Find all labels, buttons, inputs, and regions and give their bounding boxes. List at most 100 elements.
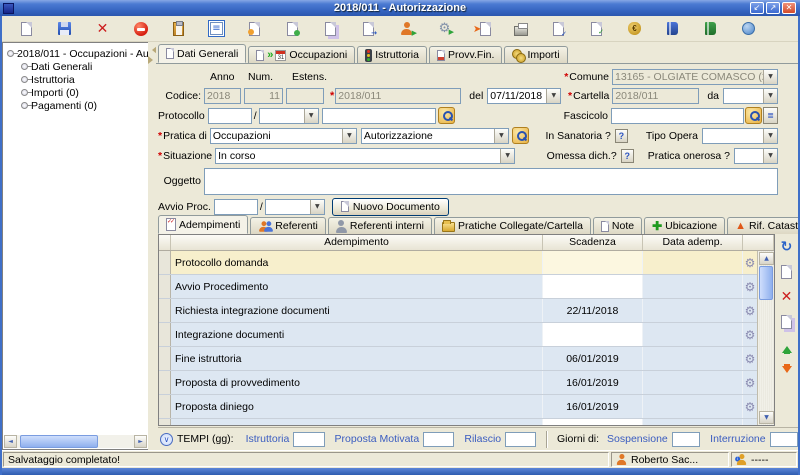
refresh-icon[interactable]: ↻ [778,238,795,255]
oggetto-field[interactable] [204,168,778,195]
scroll-up-icon[interactable]: ▲ [759,252,774,265]
split-pane-divider[interactable] [148,42,156,450]
tree-expand-handle[interactable] [7,50,14,57]
tab-importi[interactable]: Importi [504,46,567,63]
chevron-down-icon[interactable]: ▼ [763,149,777,163]
fascicolo-field[interactable] [611,108,744,124]
tab-ubicazione[interactable]: ✚ Ubicazione [644,217,725,234]
tab-istruttoria[interactable]: Istruttoria [357,46,427,63]
tree-expand-handle[interactable] [21,76,28,83]
tab-provv-fin[interactable]: Provv.Fin. [429,46,502,63]
codice-num-field[interactable]: 11 [244,88,283,104]
chevron-down-icon[interactable]: ▼ [763,70,777,84]
search-icon[interactable] [438,107,455,124]
gear-icon[interactable]: ⚙ [743,395,757,418]
search-icon[interactable] [512,127,529,144]
interruzione-field[interactable] [770,432,798,447]
tree-expand-handle[interactable] [21,102,28,109]
header-data-ademp[interactable]: Data ademp. [643,235,743,250]
avvio-anno-select[interactable]: ▼ [265,199,325,215]
help-icon[interactable]: ? [615,129,628,143]
codice-anno-field[interactable]: 2018 [204,88,241,104]
tree-view-icon[interactable]: ≡ [208,20,225,37]
tab-dati-generali[interactable]: Dati Generali [158,44,246,63]
move-up-icon[interactable] [778,338,795,355]
tree-node-dati-generali[interactable]: Dati Generali [21,60,148,73]
task-complete-icon[interactable]: ✓ [588,20,605,37]
tree-horizontal-scrollbar[interactable]: ◄ ► [4,435,147,448]
gear-icon[interactable]: ⚙ [743,371,757,394]
tab-referenti[interactable]: Referenti [250,217,326,234]
close-button[interactable]: ✕ [782,2,796,14]
scrollbar-thumb[interactable] [759,266,773,300]
data-pratica-select[interactable]: 07/11/2018 ▼ [487,88,561,104]
protocollo-anno-select[interactable]: ▼ [259,108,319,124]
web-upload-icon[interactable] [740,20,757,37]
header-scadenza[interactable]: Scadenza [543,235,643,250]
table-vertical-scrollbar[interactable]: ▲ ▼ [757,251,774,425]
table-row[interactable]: Integrazione documenti ⚙ [159,323,774,347]
table-row[interactable]: Integrazione osservazioni ⚙ [159,419,774,426]
export-document-icon[interactable]: → [360,20,377,37]
header-adempimento[interactable]: Adempimento [171,235,543,250]
archive-blue-icon[interactable] [664,20,681,37]
nuovo-documento-button[interactable]: Nuovo Documento [332,198,449,216]
move-down-icon[interactable] [778,363,795,380]
maximize-button[interactable]: ↗ [766,2,780,14]
table-row[interactable]: Fine istruttoria 06/01/2019 ⚙ [159,347,774,371]
scroll-left-icon[interactable]: ◄ [4,435,17,448]
money-bag-icon[interactable]: € [626,20,643,37]
chevron-down-icon[interactable]: ▼ [494,129,508,143]
chevron-down-icon[interactable]: ▼ [763,89,777,103]
table-row[interactable]: Avvio Procedimento ⚙ [159,275,774,299]
new-row-icon[interactable] [778,263,795,280]
proposta-motivata-field[interactable] [423,432,454,447]
chevron-down-icon[interactable]: ▼ [304,109,318,123]
avvio-num-field[interactable] [214,199,258,215]
protocollo-num-field[interactable] [208,108,252,124]
user-run-icon[interactable]: ▶ [398,20,415,37]
codice-estens-field[interactable] [286,88,324,104]
save-icon[interactable] [56,20,73,37]
send-document-icon[interactable]: ➤ [474,20,491,37]
rilascio-field[interactable] [505,432,536,447]
gear-icon[interactable]: ⚙ [743,323,757,346]
gear-icon[interactable]: ⚙ [743,251,757,274]
chevron-down-icon[interactable]: ▼ [500,149,514,163]
tab-referenti-interni[interactable]: Referenti interni [328,217,432,234]
hierarchy-icon[interactable]: ≣ [763,107,778,124]
table-row[interactable]: Richiesta integrazione documenti 22/11/2… [159,299,774,323]
pratica-onerosa-select[interactable]: ▼ [734,148,778,164]
edit-document-icon[interactable] [284,20,301,37]
title-bar[interactable]: 2018/011 - Autorizzazione ↙ ↗ ✕ [0,0,800,16]
tab-note[interactable]: Note [593,217,642,234]
new-document-icon[interactable] [18,20,35,37]
table-row[interactable]: Protocollo domanda ⚙ [159,251,774,275]
da-select[interactable]: ▼ [723,88,778,104]
tab-rif-catastali[interactable]: ▲ Rif. Catastali [727,217,800,234]
delete-icon[interactable]: ✕ [94,20,111,37]
codice-full-field[interactable]: 2018/011 [335,88,461,104]
gear-icon[interactable]: ⚙ [743,419,757,426]
chevron-down-icon[interactable]: ▼ [763,129,777,143]
pratica-sub-select[interactable]: Autorizzazione ▼ [361,128,509,144]
table-row[interactable]: Proposta di provvedimento 16/01/2019 ⚙ [159,371,774,395]
tab-pratiche-collegate[interactable]: Pratiche Collegate/Cartella [434,217,591,234]
tree-node-pagamenti[interactable]: Pagamenti (0) [21,99,148,112]
tree-expand-handle[interactable] [21,89,28,96]
collapse-chevron-icon[interactable]: ∨ [160,433,173,446]
scroll-down-icon[interactable]: ▼ [759,411,774,424]
search-icon[interactable] [745,107,762,124]
minimize-button[interactable]: ↙ [750,2,764,14]
protocol-document-icon[interactable] [246,20,263,37]
comune-select[interactable]: 13165 - OLGIATE COMASCO (22077) - CO ▼ [612,69,778,85]
help-icon[interactable]: ? [621,149,634,163]
verify-documents-icon[interactable]: ✓ [550,20,567,37]
tree-root-node[interactable]: 2018/011 - Occupazioni - Auto [7,47,148,60]
stop-icon[interactable] [132,20,149,37]
delete-row-icon[interactable]: ✕ [778,288,795,305]
cartella-field[interactable]: 2018/011 [612,88,699,104]
gear-icon[interactable]: ⚙ [743,347,757,370]
copy-row-icon[interactable] [778,313,795,330]
gear-icon[interactable]: ⚙ [743,275,757,298]
